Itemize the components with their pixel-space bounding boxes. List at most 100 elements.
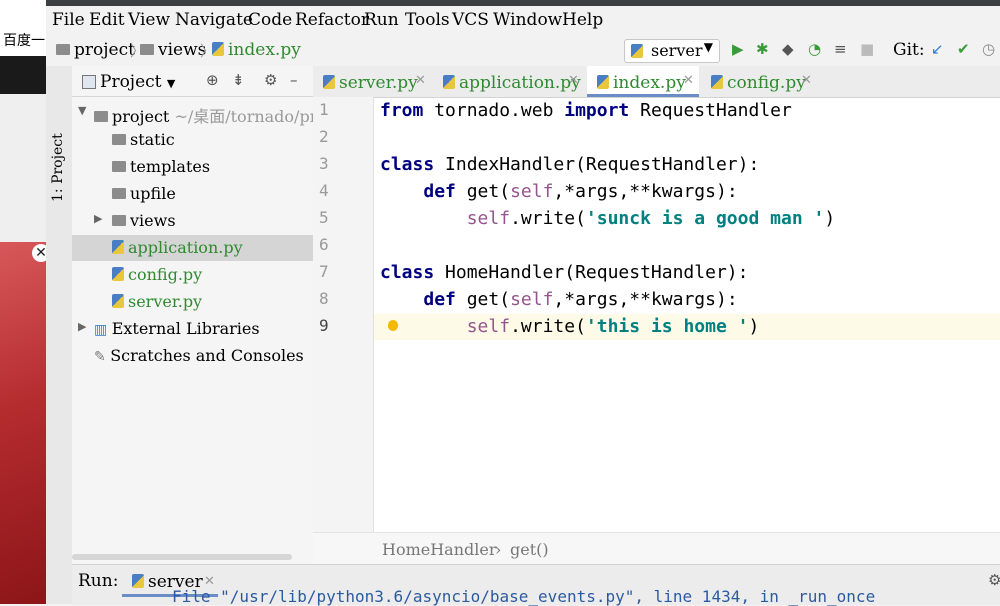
desktop-background: 百度一 ✕ xyxy=(0,0,50,604)
breadcrumb-file[interactable]: index.py xyxy=(212,40,301,60)
project-tool-button[interactable]: 1: Project xyxy=(50,133,66,202)
code-line-4: def get(self,*args,**kwargs): xyxy=(423,181,738,202)
code-line-8: def get(self,*args,**kwargs): xyxy=(423,289,738,310)
breadcrumb-project[interactable]: project xyxy=(56,40,135,60)
run-configuration-label: server xyxy=(651,41,703,60)
menu-tools[interactable]: Tools xyxy=(405,10,450,30)
menu-help[interactable]: Help xyxy=(562,10,603,30)
tool-window-stripe: 1: Project xyxy=(46,66,73,604)
browser-tab-text: 百度一 xyxy=(3,33,45,49)
folder-icon xyxy=(112,161,126,172)
run-label: Run: xyxy=(78,571,119,591)
project-panel-header: Project ▼ ⊕ ⇟ ⚙ – xyxy=(72,66,313,97)
menu-file[interactable]: File xyxy=(52,10,85,30)
expand-icon[interactable]: ▶ xyxy=(78,320,86,333)
window-fragment xyxy=(0,94,46,242)
close-icon[interactable]: ✕ xyxy=(683,73,694,88)
python-file-icon xyxy=(323,75,335,89)
folder-icon xyxy=(94,111,108,122)
expand-icon[interactable]: ▶ xyxy=(94,212,102,225)
python-file-icon xyxy=(443,75,455,89)
close-icon[interactable]: ✕ xyxy=(415,73,426,88)
run-tool-window: Run: server ✕ File "/usr/lib/python3.6/a… xyxy=(72,564,1000,606)
folder-icon xyxy=(56,44,70,55)
menu-run[interactable]: Run xyxy=(364,10,399,30)
run-icon[interactable]: ▶ xyxy=(732,40,744,58)
dark-bar xyxy=(0,56,46,94)
menu-view[interactable]: View xyxy=(128,10,170,30)
close-icon[interactable]: ✕ xyxy=(568,73,579,88)
tab-application-py[interactable]: application.py ✕ xyxy=(433,66,585,97)
python-file-icon xyxy=(597,75,609,89)
hide-icon[interactable]: – xyxy=(290,71,298,89)
folder-icon xyxy=(112,134,126,145)
horizontal-scrollbar[interactable] xyxy=(72,554,292,560)
tree-item-external-libraries[interactable]: ▶ ▥ External Libraries xyxy=(72,316,313,342)
project-panel: Project ▼ ⊕ ⇟ ⚙ – ▼ project ~/桌面/tornado… xyxy=(72,66,341,564)
python-icon xyxy=(132,574,144,588)
tree-item-config-py[interactable]: config.py xyxy=(72,262,313,288)
scratch-icon: ✎ xyxy=(94,349,111,365)
menu-window[interactable]: Window xyxy=(493,10,562,30)
git-commit-icon[interactable]: ✔ xyxy=(957,40,970,58)
breadcrumb-separator: › xyxy=(495,540,502,559)
gear-icon[interactable]: ⚙ xyxy=(988,571,1000,589)
tree-item-server-py[interactable]: server.py xyxy=(72,289,313,315)
chevron-down-icon: ▼ xyxy=(166,77,176,90)
tree-item-scratches[interactable]: ✎ Scratches and Consoles xyxy=(72,343,313,369)
menu-code[interactable]: Code xyxy=(248,10,292,30)
tree-item-static[interactable]: static xyxy=(72,127,313,153)
menu-edit[interactable]: Edit xyxy=(89,10,125,30)
stop-icon[interactable]: ■ xyxy=(860,40,874,58)
navigation-bar: project 〉 views 〉 index.py xyxy=(46,36,1000,67)
menu-bar: File Edit View Navigate Code Refactor Ru… xyxy=(46,7,1000,35)
locate-icon[interactable]: ⊕ xyxy=(206,71,219,89)
library-icon: ▥ xyxy=(94,322,112,338)
tab-index-py[interactable]: index.py ✕ xyxy=(587,66,699,97)
tab-config-py[interactable]: config.py ✕ xyxy=(701,66,821,97)
menu-vcs[interactable]: VCS xyxy=(452,10,489,30)
run-configuration-select[interactable]: server ▼ xyxy=(624,39,720,63)
breadcrumb-views[interactable]: views xyxy=(140,40,206,60)
python-icon xyxy=(631,44,643,58)
code-line-5: self.write('sunck is a good man ') xyxy=(466,208,836,229)
close-icon[interactable]: ✕ xyxy=(801,73,812,88)
console-output-line: File "/usr/lib/python3.6/asyncio/base_ev… xyxy=(172,587,876,606)
code-lines: from tornado.web import RequestHandler c… xyxy=(313,97,1000,532)
coverage-icon[interactable]: ◆ xyxy=(782,40,794,58)
folder-icon xyxy=(112,188,126,199)
collapse-icon[interactable]: ⇟ xyxy=(232,71,245,89)
tree-item-application-py[interactable]: application.py xyxy=(72,235,313,261)
git-update-icon[interactable]: ↙ xyxy=(931,40,944,58)
title-bar xyxy=(46,0,1000,6)
code-line-9: self.write('this is home ') xyxy=(466,316,760,337)
code-editor[interactable]: server.py ✕ application.py ✕ index.py ✕ … xyxy=(313,66,1000,565)
breadcrumb-method[interactable]: get() xyxy=(510,540,549,559)
tree-item-upfile[interactable]: upfile xyxy=(72,181,313,207)
folder-icon xyxy=(140,44,154,55)
python-file-icon xyxy=(212,42,224,56)
menu-refactor[interactable]: Refactor xyxy=(295,10,369,30)
build-icon[interactable]: ≡ xyxy=(834,40,847,58)
project-view-icon xyxy=(82,75,96,89)
debug-icon[interactable]: ✱ xyxy=(756,40,769,58)
tree-item-templates[interactable]: templates xyxy=(72,154,313,180)
editor-tabs: server.py ✕ application.py ✕ index.py ✕ … xyxy=(313,66,1000,98)
code-line-1: from tornado.web import RequestHandler xyxy=(380,100,792,121)
tree-item-views[interactable]: ▶ views xyxy=(72,208,313,234)
tab-server-py[interactable]: server.py ✕ xyxy=(313,66,433,97)
breadcrumb-class[interactable]: HomeHandler xyxy=(382,540,497,559)
expand-icon[interactable]: ▼ xyxy=(78,104,86,117)
editor-breadcrumb: HomeHandler › get() xyxy=(313,532,1000,565)
profile-icon[interactable]: ◔ xyxy=(808,40,821,58)
menu-navigate[interactable]: Navigate xyxy=(175,10,253,30)
wallpaper xyxy=(0,242,46,604)
git-history-icon[interactable]: ◷ xyxy=(982,40,995,58)
gear-icon[interactable]: ⚙ xyxy=(264,71,277,89)
code-line-7: class HomeHandler(RequestHandler): xyxy=(380,262,749,283)
project-view-select[interactable]: Project ▼ xyxy=(100,72,175,92)
tree-item-project[interactable]: ▼ project ~/桌面/tornado/proje xyxy=(72,100,341,126)
code-line-3: class IndexHandler(RequestHandler): xyxy=(380,154,760,175)
browser-window-fragment: 百度一 xyxy=(0,0,46,56)
folder-icon xyxy=(112,215,126,226)
